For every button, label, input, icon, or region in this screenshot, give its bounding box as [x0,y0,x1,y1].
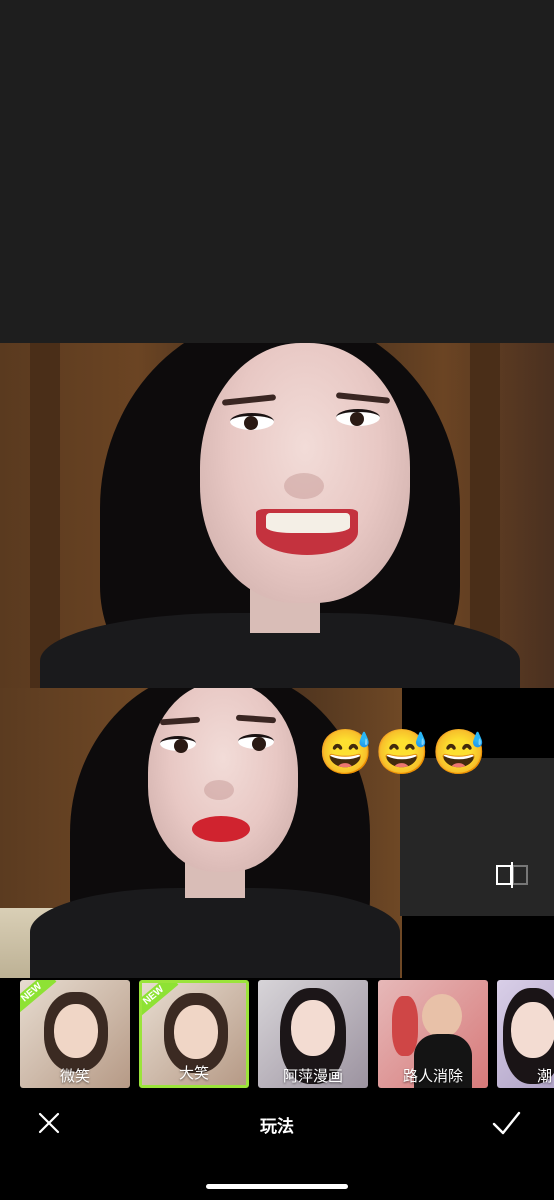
nose [284,473,324,499]
compare-panel [400,758,554,916]
right-eye [238,734,274,751]
effect-card-trend[interactable]: 潮 [497,980,554,1088]
red-lips [192,816,250,842]
effect-tray[interactable]: NEW 微笑 NEW 大笑 阿萍漫画 路人消除 潮 [0,978,554,1090]
background-door-frame [30,343,60,688]
effect-label: 微笑 [59,1068,90,1085]
check-icon[interactable] [490,1108,522,1138]
effect-card-smile[interactable]: NEW 微笑 [20,980,130,1088]
teeth [266,513,350,533]
compare-icon[interactable] [496,862,528,888]
effect-card-comic[interactable]: 阿萍漫画 [258,980,368,1088]
empty-canvas-area [0,0,554,343]
effect-label: 大笑 [178,1065,209,1082]
left-eye [160,736,196,753]
effect-label: 路人消除 [402,1068,463,1085]
nose [204,780,234,800]
thumbnail-face [174,1005,218,1059]
emoji-sticker[interactable]: 😅😅😅 [318,728,488,778]
home-indicator [206,1184,348,1189]
thumbnail-face [422,994,462,1038]
thumbnail-face [511,1002,554,1058]
right-eye [336,409,380,426]
photo-editor-screen: 😅😅😅 NEW 微笑 NEW 大笑 阿萍漫画 路人消除 潮 玩法 [0,0,554,1200]
toolbar-title: 玩法 [260,1117,294,1136]
bottom-toolbar: 玩法 [0,1090,554,1200]
effect-label: 潮 [537,1068,553,1085]
effect-label: 阿萍漫画 [282,1068,343,1085]
effect-card-remove-passerby[interactable]: 路人消除 [378,980,488,1088]
thumbnail-face [54,1004,98,1058]
result-photo-laugh[interactable] [0,343,554,688]
thumbnail-passerby-silhouette [392,996,418,1056]
left-eye [230,413,274,430]
thumbnail-face [291,1000,335,1056]
effect-card-laugh[interactable]: NEW 大笑 [139,980,249,1088]
shirt [30,888,400,988]
